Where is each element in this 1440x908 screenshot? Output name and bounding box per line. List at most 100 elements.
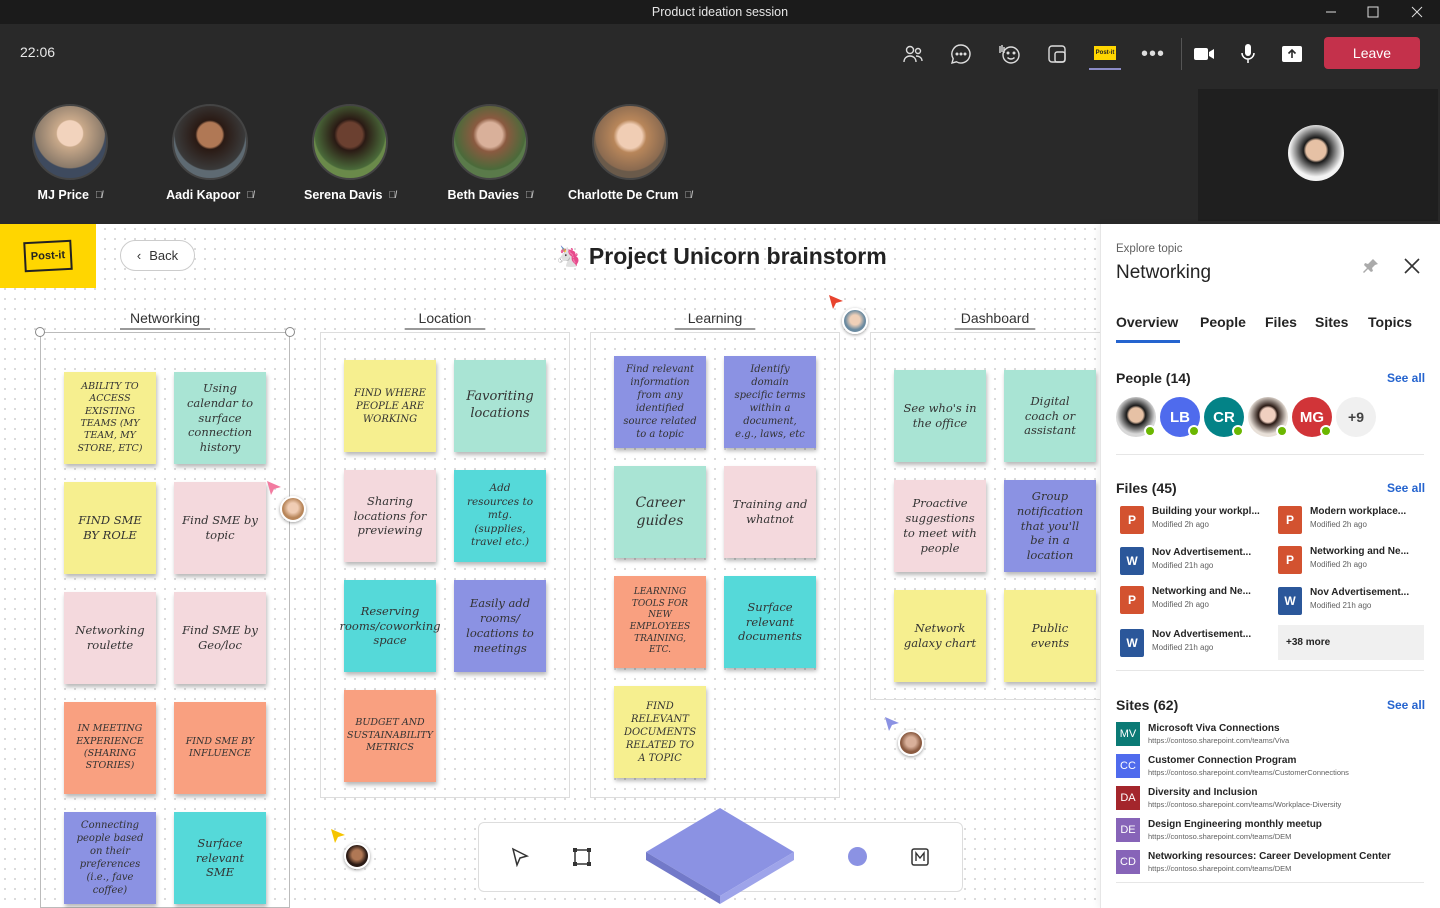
sticky-note[interactable]: Connecting people based on their prefere… xyxy=(64,812,156,904)
select-tool-button[interactable] xyxy=(510,847,530,872)
file-modified: Modified 2h ago xyxy=(1310,560,1367,569)
resize-handle[interactable] xyxy=(285,327,295,337)
back-button[interactable]: ‹ Back xyxy=(120,240,195,271)
participant-name: MJ Price xyxy=(37,188,89,202)
sticky-note[interactable]: Easily add rooms/ locations to meetings xyxy=(454,580,546,672)
sticky-note[interactable]: IN MEETING EXPERIENCE (SHARING STORIES) xyxy=(64,702,156,794)
files-see-all-link[interactable]: See all xyxy=(1387,481,1425,495)
site-item[interactable]: MV Microsoft Viva Connections https://cont… xyxy=(1116,722,1289,746)
sticky-note[interactable]: Find relevant information from any ident… xyxy=(614,356,706,448)
note-pad-tool-button[interactable] xyxy=(644,806,796,908)
chat-button[interactable] xyxy=(945,38,977,70)
sticky-note[interactable]: FIND WHERE PEOPLE ARE WORKING xyxy=(344,360,436,452)
minimize-button[interactable] xyxy=(1308,0,1354,24)
sticky-note[interactable]: Surface relevant documents xyxy=(724,576,816,668)
tab-sites[interactable]: Sites xyxy=(1315,314,1348,330)
sticky-note[interactable]: Career guides xyxy=(614,466,706,558)
maximize-button[interactable] xyxy=(1350,0,1396,24)
sticky-note[interactable]: Reserving rooms/coworking space xyxy=(339,580,441,672)
participant-tile[interactable]: MJ Price 🎙̸ xyxy=(0,104,140,202)
site-item[interactable]: CD Networking resources: Career Developme… xyxy=(1116,850,1391,874)
close-icon xyxy=(1411,6,1423,18)
participant-tile[interactable]: Beth Davies 🎙̸ xyxy=(420,104,560,202)
file-item[interactable]: W Nov Advertisement... Modified 21h ago xyxy=(1120,547,1280,575)
file-item[interactable]: W Nov Advertisement... Modified 21h ago xyxy=(1278,587,1438,615)
site-item[interactable]: DA Diversity and Inclusion https://contoso… xyxy=(1116,786,1341,810)
resize-handle[interactable] xyxy=(35,327,45,337)
participant-tile[interactable]: Serena Davis 🎙̸ xyxy=(280,104,420,202)
collaborator-cursor xyxy=(884,716,900,737)
more-people-button[interactable]: +9 xyxy=(1336,397,1376,437)
site-item[interactable]: DE Design Engineering monthly meetup https… xyxy=(1116,818,1322,842)
collaborator-cursor xyxy=(330,828,346,849)
column-title: Dashboard xyxy=(955,310,1035,330)
frame-tool-button[interactable] xyxy=(572,847,592,872)
site-url: https://contoso.sharepoint.com/teams/Cus… xyxy=(1148,768,1349,777)
file-item[interactable]: P Networking and Ne... Modified 2h ago xyxy=(1120,586,1280,614)
word-file-icon: W xyxy=(1120,629,1144,657)
sticky-note[interactable]: Favoriting locations xyxy=(454,360,546,452)
sticky-note[interactable]: Public events xyxy=(1004,590,1096,682)
sticky-note[interactable]: Group notification that you'll be in a l… xyxy=(1004,480,1096,572)
sticky-note[interactable]: LEARNING TOOLS FOR NEW EMPLOYEES TRAININ… xyxy=(614,576,706,668)
tab-people[interactable]: People xyxy=(1200,314,1246,330)
color-picker-button[interactable] xyxy=(848,847,867,866)
file-item[interactable]: P Building your workpl... Modified 2h ago xyxy=(1120,506,1280,534)
sticky-note[interactable]: See who's in the office xyxy=(894,370,986,462)
leave-button[interactable]: Leave xyxy=(1324,37,1420,69)
sticky-note[interactable]: Find SME by topic xyxy=(174,482,266,574)
more-files-button[interactable]: +38 more xyxy=(1278,625,1424,660)
share-button[interactable] xyxy=(1276,38,1308,70)
frame-icon xyxy=(573,848,591,866)
sticky-note[interactable]: FIND SME BY ROLE xyxy=(64,482,156,574)
close-panel-button[interactable] xyxy=(1403,257,1421,280)
sticky-note[interactable]: Training and whatnot xyxy=(724,466,816,558)
sticky-note[interactable]: Using calendar to surface connection his… xyxy=(174,372,266,464)
tab-overview[interactable]: Overview xyxy=(1116,314,1178,330)
raise-hand-icon xyxy=(999,45,1020,64)
powerpoint-file-icon: P xyxy=(1120,586,1144,614)
sites-see-all-link[interactable]: See all xyxy=(1387,698,1425,712)
pointer-icon xyxy=(511,847,530,868)
sticky-note[interactable]: Find SME by Geo/loc xyxy=(174,592,266,684)
tab-files[interactable]: Files xyxy=(1265,314,1297,330)
site-icon: DA xyxy=(1116,786,1140,810)
site-name: Design Engineering monthly meetup xyxy=(1148,819,1322,830)
camera-button[interactable] xyxy=(1188,38,1220,70)
site-item[interactable]: CC Customer Connection Program https://con… xyxy=(1116,754,1349,778)
participants-button[interactable] xyxy=(897,38,929,70)
postit-app-button[interactable]: Post-it xyxy=(1089,38,1121,70)
collaborator-avatar xyxy=(280,496,306,522)
sticky-note[interactable]: FIND RELEVANT DOCUMENTS RELATED TO A TOP… xyxy=(614,686,706,778)
participant-tile[interactable]: Charlotte De Crum 🎙̸ xyxy=(560,104,700,202)
pin-button[interactable] xyxy=(1363,258,1379,279)
close-window-button[interactable] xyxy=(1394,0,1440,24)
tab-topics[interactable]: Topics xyxy=(1368,314,1412,330)
camera-icon xyxy=(1194,48,1214,60)
sticky-note[interactable]: Identify domain specific terms within a … xyxy=(724,356,816,448)
files-heading: Files (45) xyxy=(1116,480,1177,496)
sticky-note[interactable]: Digital coach or assistant xyxy=(1004,370,1096,462)
more-options-button[interactable]: ••• xyxy=(1137,38,1169,70)
sticky-note[interactable]: Sharing locations for previewing xyxy=(344,470,436,562)
site-icon: CD xyxy=(1116,850,1140,874)
people-see-all-link[interactable]: See all xyxy=(1387,371,1425,385)
reactions-button[interactable] xyxy=(993,38,1025,70)
file-item[interactable]: W Nov Advertisement... Modified 21h ago xyxy=(1120,629,1280,657)
sticky-note[interactable]: Add resources to mtg. (supplies, travel … xyxy=(454,470,546,562)
self-view xyxy=(1198,89,1438,221)
microphone-button[interactable] xyxy=(1232,38,1264,70)
file-item[interactable]: P Networking and Ne... Modified 2h ago xyxy=(1278,546,1438,574)
sticky-note[interactable]: Proactive suggestions to meet with peopl… xyxy=(894,480,986,572)
more-tools-button[interactable] xyxy=(910,847,930,872)
sticky-note[interactable]: BUDGET AND SUSTAINABILITY METRICS xyxy=(344,690,436,782)
sticky-note[interactable]: ABILITY TO ACCESS EXISTING TEAMS (MY TEA… xyxy=(64,372,156,464)
rooms-button[interactable] xyxy=(1041,38,1073,70)
sticky-note[interactable]: Networking roulette xyxy=(64,592,156,684)
participant-tile[interactable]: Aadi Kapoor 🎙̸ xyxy=(140,104,280,202)
word-file-icon: W xyxy=(1278,587,1302,615)
sticky-note[interactable]: Surface relevant SME xyxy=(174,812,266,904)
sticky-note[interactable]: Network galaxy chart xyxy=(894,590,986,682)
sticky-note[interactable]: FIND SME BY INFLUENCE xyxy=(174,702,266,794)
file-item[interactable]: P Modern workplace... Modified 2h ago xyxy=(1278,506,1438,534)
